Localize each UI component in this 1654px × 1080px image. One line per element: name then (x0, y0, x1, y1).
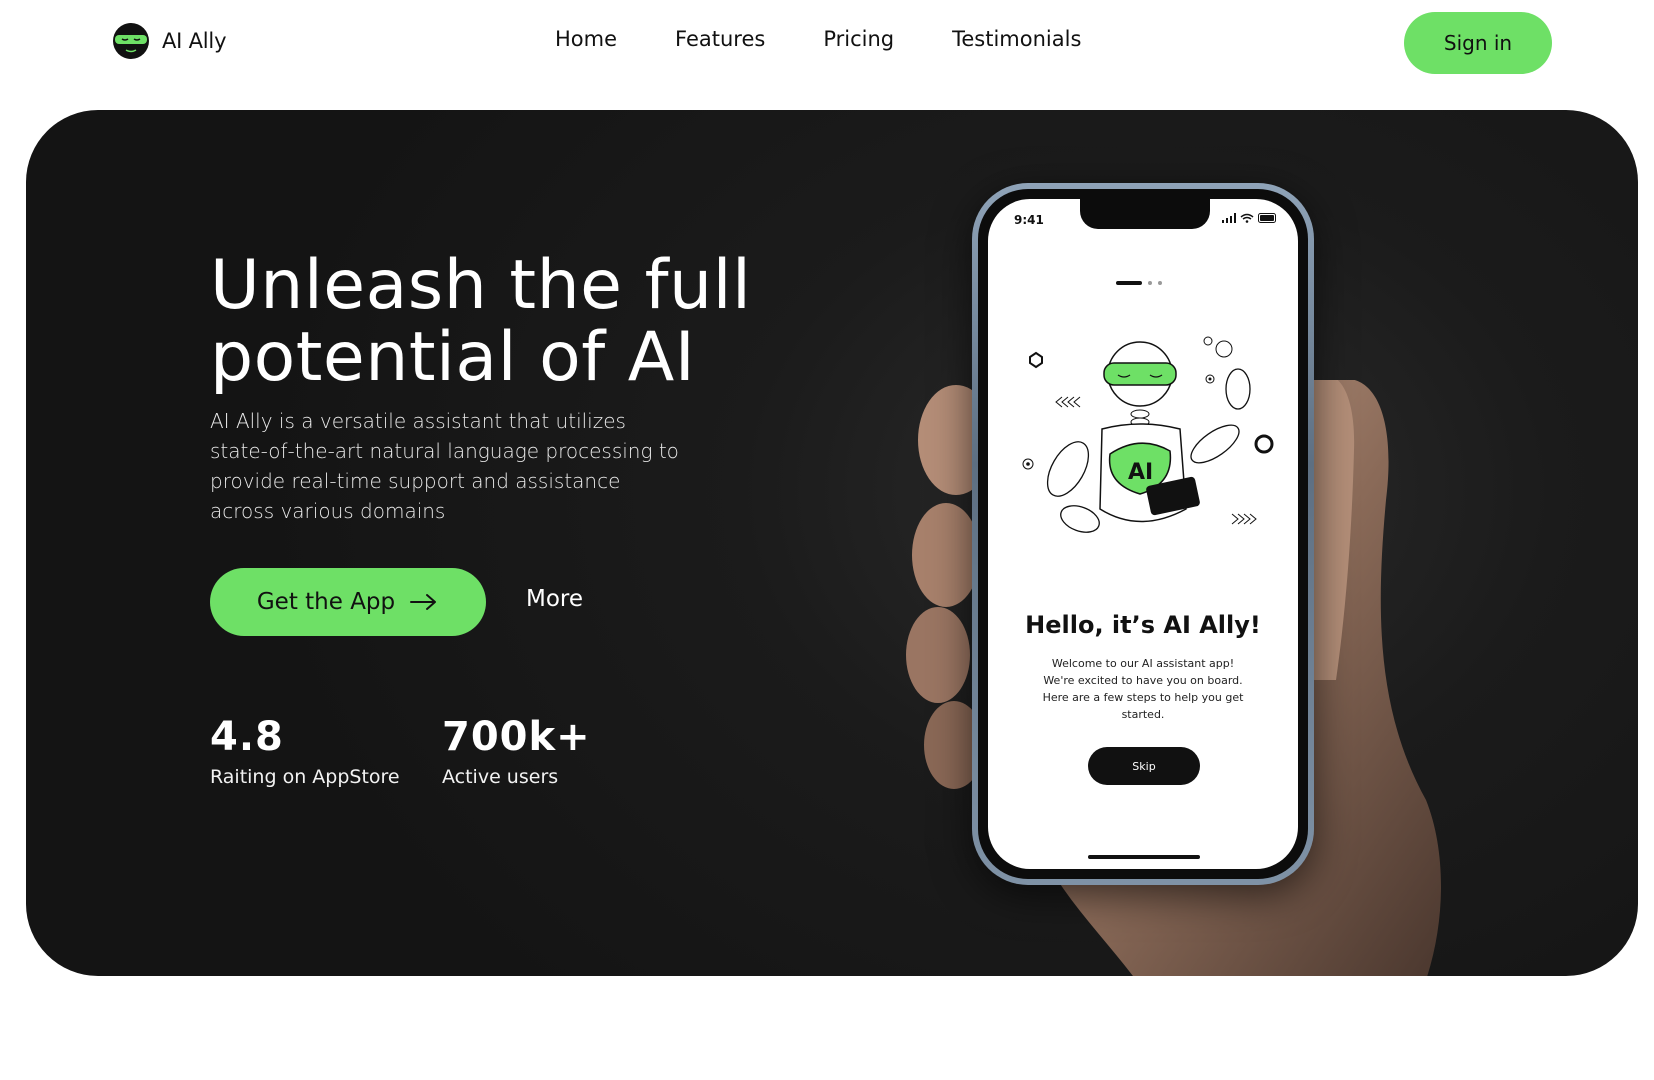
nav-pricing[interactable]: Pricing (823, 27, 894, 51)
signal-icon (1222, 213, 1236, 223)
get-the-app-button[interactable]: Get the App (210, 568, 486, 636)
phone-mockup: 9:41 AI Hello, it’s AI Ally! Welcome to … (972, 183, 1314, 885)
page-dot (1148, 281, 1152, 285)
phone-notch (1080, 199, 1210, 229)
illustration-ai-text: AI (1128, 460, 1153, 485)
nav-testimonials[interactable]: Testimonials (952, 27, 1081, 51)
page-dot-active (1116, 281, 1142, 285)
main-nav: Home Features Pricing Testimonials (555, 27, 1081, 51)
stat-users: 700k+ Active users (442, 714, 591, 788)
headline-line-1: Unleash the full (210, 246, 752, 325)
brand-name: AI Ally (162, 29, 227, 53)
hero-section: Unleash the full potential of AI AI Ally… (26, 110, 1638, 976)
home-indicator (1088, 855, 1200, 859)
brand-logo[interactable]: AI Ally (112, 22, 226, 60)
onboarding-title: Hello, it’s AI Ally! (1025, 611, 1261, 639)
battery-icon (1258, 213, 1276, 223)
ninja-mask-icon (113, 23, 149, 59)
stat-users-label: Active users (442, 766, 559, 788)
phone-bezel: 9:41 AI Hello, it’s AI Ally! Welcome to … (978, 189, 1308, 879)
arrow-right-icon (410, 594, 437, 610)
robot-illustration: AI (1022, 336, 1274, 533)
wifi-icon (1240, 213, 1254, 223)
more-link[interactable]: More (526, 586, 583, 612)
page-dot (1158, 281, 1162, 285)
hero-subtitle: AI Ally is a versatile assistant that ut… (210, 409, 679, 523)
status-time: 9:41 (1014, 213, 1044, 227)
hero-headline: Unleash the full potential of AI (210, 250, 850, 394)
stat-users-value: 700k+ (442, 714, 591, 760)
get-the-app-label: Get the App (256, 589, 396, 615)
status-icons (1222, 213, 1278, 223)
site-header: AI Ally Home Features Pricing Testimonia… (0, 0, 1654, 84)
nav-home[interactable]: Home (555, 27, 617, 51)
nav-features[interactable]: Features (675, 27, 765, 51)
headline-line-2: potential of AI (210, 318, 696, 397)
sign-in-button[interactable]: Sign in (1404, 12, 1552, 74)
onboarding-body: Welcome to our AI assistant app! We're e… (1042, 657, 1244, 721)
skip-button[interactable]: Skip (1088, 747, 1200, 785)
stat-rating-label: Raiting on AppStore (210, 766, 400, 788)
onboarding-pagination (1116, 281, 1162, 285)
stat-rating-value: 4.8 (210, 714, 284, 760)
phone-screen: 9:41 AI Hello, it’s AI Ally! Welcome to … (988, 199, 1298, 869)
stat-rating: 4.8 Raiting on AppStore (210, 714, 400, 788)
